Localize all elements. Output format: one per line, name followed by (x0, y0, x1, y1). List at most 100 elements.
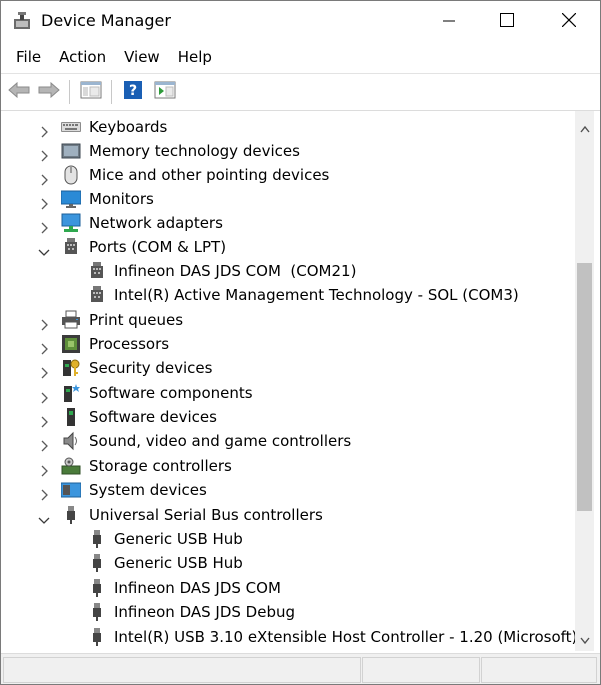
tree-item-print-queues[interactable]: Print queues (1, 308, 571, 332)
scrollbar-thumb[interactable] (577, 263, 592, 511)
close-button[interactable] (540, 1, 598, 41)
status-pane (481, 657, 597, 683)
help-icon: ? (123, 80, 143, 104)
menu-action[interactable]: Action (50, 43, 115, 71)
console-tree-icon (80, 81, 102, 103)
status-pane (362, 657, 480, 683)
tree-item-generic-usb-hub[interactable]: Generic USB Hub (1, 527, 571, 551)
usb-icon (87, 553, 107, 573)
scroll-down-button[interactable] (575, 629, 594, 649)
chevron-right-icon[interactable] (38, 435, 50, 452)
tree-item-mice[interactable]: Mice and other pointing devices (1, 163, 571, 187)
tree-item-infineon-das-jds-com-com21[interactable]: Infineon DAS JDS COM (COM21) (1, 259, 571, 283)
chevron-down-icon[interactable] (38, 241, 50, 256)
mouse-icon (61, 165, 81, 185)
chevron-right-icon[interactable] (38, 387, 50, 404)
toolbar-separator (111, 80, 112, 104)
memory-icon (61, 141, 81, 161)
tree-item-memory-technology-devices[interactable]: Memory technology devices (1, 139, 571, 163)
speaker-icon (61, 431, 81, 451)
vertical-scrollbar[interactable] (575, 111, 594, 651)
tree-item-software-devices[interactable]: Software devices (1, 405, 571, 429)
tree-item-label: Software components (89, 384, 253, 402)
maximize-icon (500, 12, 514, 31)
chevron-right-icon[interactable] (38, 169, 50, 186)
tree-item-infineon-das-jds-com[interactable]: Infineon DAS JDS COM (1, 576, 571, 600)
processor-icon (61, 334, 81, 354)
tree-item-label: Intel(R) Active Management Technology - … (114, 286, 519, 304)
tree-item-label: Network adapters (89, 214, 223, 232)
usb-icon (87, 627, 107, 647)
chevron-right-icon[interactable] (38, 121, 50, 138)
forward-button[interactable] (37, 81, 61, 103)
minimize-button[interactable] (420, 1, 478, 41)
menu-help[interactable]: Help (169, 43, 221, 71)
chevron-right-icon[interactable] (38, 411, 50, 428)
tree-item-label: Infineon DAS JDS Debug (114, 603, 295, 621)
tree-item-sound-video-game[interactable]: Sound, video and game controllers (1, 429, 571, 453)
tree-item-label: Processors (89, 335, 170, 353)
chevron-down-icon[interactable] (38, 509, 50, 524)
tree-item-monitors[interactable]: Monitors (1, 187, 571, 211)
tree-item-usb-controllers[interactable]: Universal Serial Bus controllers (1, 503, 571, 527)
chevron-right-icon[interactable] (38, 193, 50, 210)
device-manager-icon (12, 11, 32, 31)
chevron-right-icon[interactable] (38, 314, 50, 331)
chevron-right-icon[interactable] (38, 217, 50, 234)
scroll-up-button[interactable] (575, 117, 594, 137)
tree-item-label: Intel(R) USB 3.10 eXtensible Host Contro… (114, 628, 578, 646)
menu-view[interactable]: View (115, 43, 169, 71)
monitor-icon (60, 189, 82, 209)
tree-item-software-components[interactable]: Software components (1, 381, 571, 405)
tree-item-label: Sound, video and game controllers (89, 432, 352, 450)
show-hide-console-tree-button[interactable] (79, 81, 103, 103)
chevron-right-icon[interactable] (38, 460, 50, 477)
tree-item-label: Print queues (89, 311, 184, 329)
chevron-right-icon[interactable] (38, 484, 50, 501)
tree-item-label: Generic USB Hub (114, 530, 243, 548)
tree-item-label: Generic USB Hub (114, 554, 243, 572)
network-adapter-icon (61, 213, 81, 233)
tree-item-intel-amt-sol-com3[interactable]: Intel(R) Active Management Technology - … (1, 283, 571, 307)
maximize-button[interactable] (478, 1, 536, 41)
tree-item-ports[interactable]: Ports (COM & LPT) (1, 235, 571, 259)
menu-file[interactable]: File (1, 43, 50, 71)
port-icon (61, 237, 81, 257)
port-icon (87, 285, 107, 305)
toolbar: ? (1, 73, 600, 111)
tree-item-infineon-das-jds-debug[interactable]: Infineon DAS JDS Debug (1, 600, 571, 624)
chevron-down-icon (579, 630, 590, 649)
chevron-up-icon (579, 118, 590, 137)
tree-item-label: Security devices (89, 359, 213, 377)
status-pane (3, 657, 361, 683)
tree-item-intel-usb-3-10-host-controller[interactable]: Intel(R) USB 3.10 eXtensible Host Contro… (1, 625, 577, 649)
tree-item-system-devices[interactable]: System devices (1, 478, 571, 502)
usb-icon (87, 529, 107, 549)
title-bar[interactable]: Device Manager (1, 1, 600, 41)
device-tree: Keyboards Memory technology devices Mice… (1, 111, 600, 651)
close-icon (561, 12, 577, 31)
back-button[interactable] (7, 81, 31, 103)
chevron-right-icon[interactable] (38, 145, 50, 162)
tree-item-storage-controllers[interactable]: Storage controllers (1, 454, 571, 478)
tree-item-label: Monitors (89, 190, 154, 208)
tree-item-generic-usb-hub[interactable]: Generic USB Hub (1, 551, 571, 575)
tree-item-network-adapters[interactable]: Network adapters (1, 211, 571, 235)
tree-item-label: Software devices (89, 408, 217, 426)
tree-item-label: Infineon DAS JDS COM (COM21) (114, 262, 357, 280)
software-device-icon (61, 407, 81, 427)
tree-item-security-devices[interactable]: Security devices (1, 356, 571, 380)
chevron-right-icon[interactable] (38, 362, 50, 379)
storage-controller-icon (61, 456, 81, 476)
tree-item-label: System devices (89, 481, 207, 499)
chevron-right-icon[interactable] (38, 338, 50, 355)
back-arrow-icon (8, 81, 30, 102)
help-button[interactable]: ? (121, 81, 145, 103)
tree-item-keyboards[interactable]: Keyboards (1, 115, 571, 139)
status-bar (1, 653, 600, 684)
action-pane-button[interactable] (153, 81, 177, 103)
tree-item-label: Universal Serial Bus controllers (89, 506, 323, 524)
device-manager-window: Device Manager File Action View Help ? K… (0, 0, 601, 685)
tree-item-processors[interactable]: Processors (1, 332, 571, 356)
action-pane-icon (154, 81, 176, 103)
